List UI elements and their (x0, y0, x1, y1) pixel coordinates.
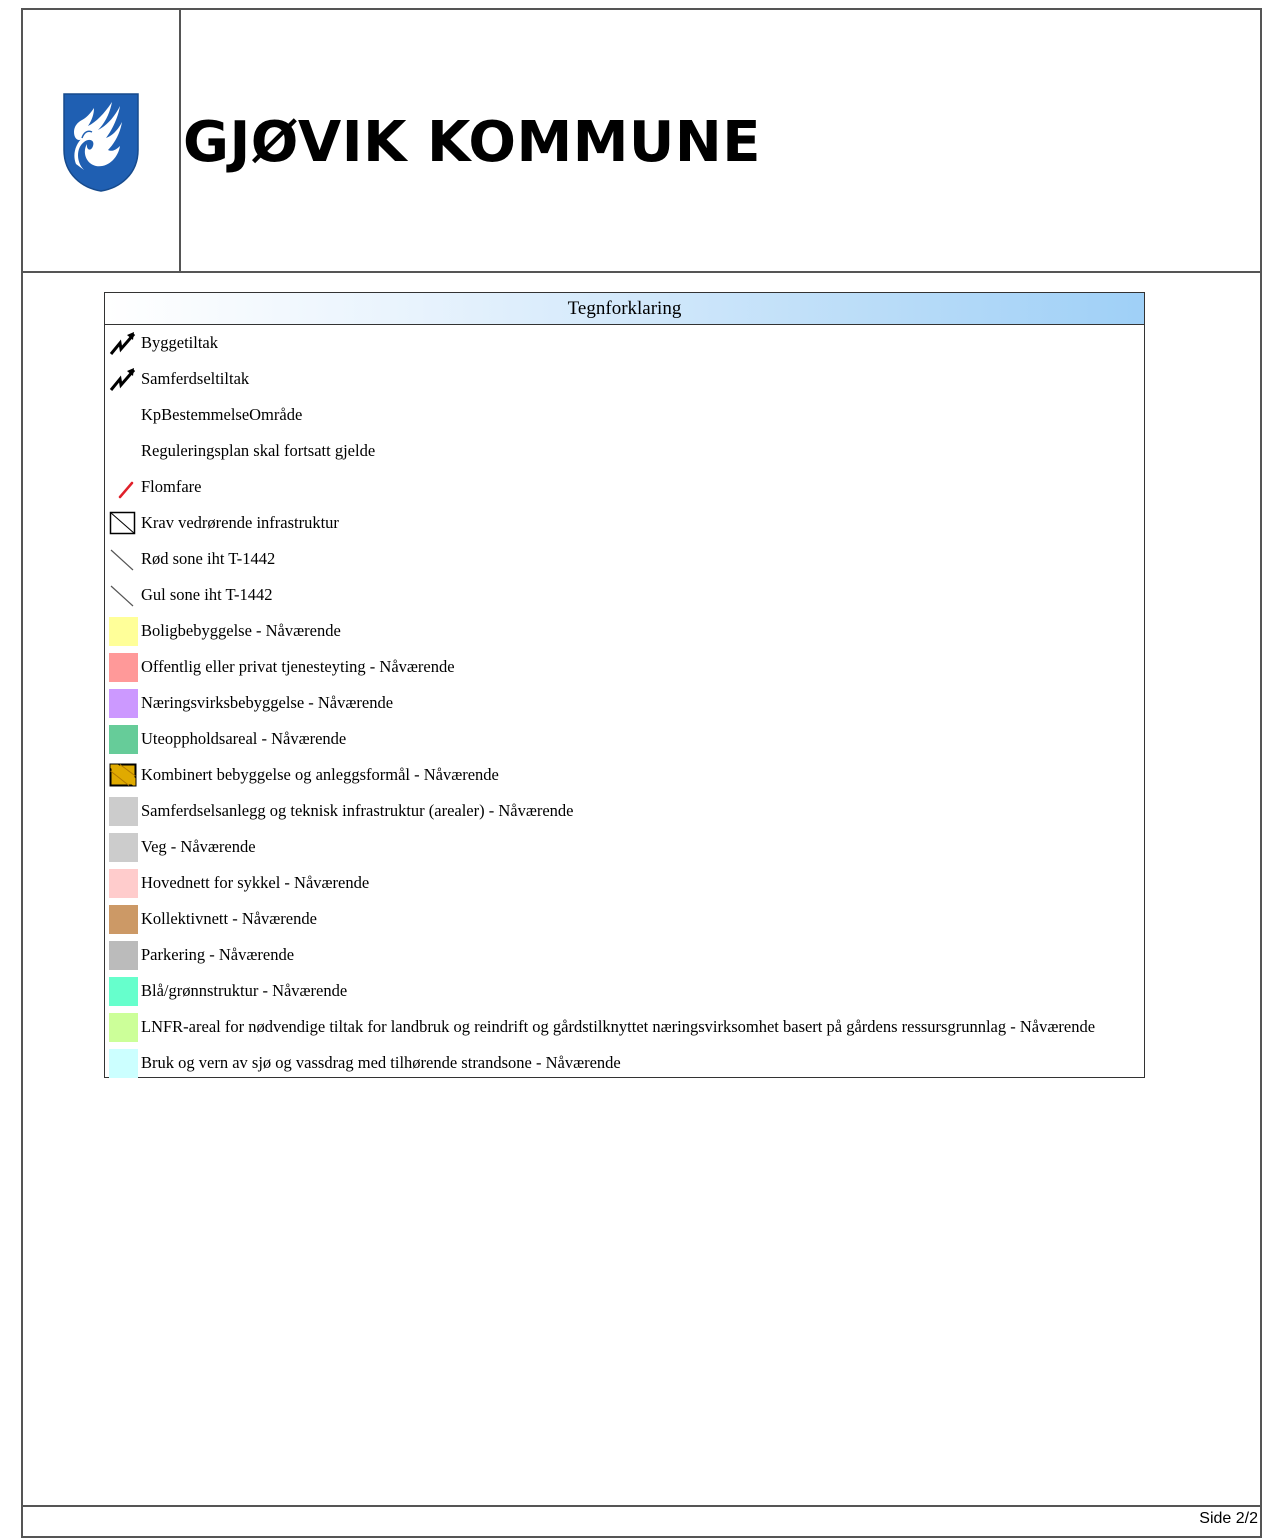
red-line-icon (118, 481, 134, 499)
color-swatch (109, 725, 138, 754)
legend-item-label: Boligbebyggelse - Nåværende (141, 621, 341, 640)
legend-box: Tegnforklaring Byggetiltak Samferdseltilt… (104, 292, 1145, 1078)
legend-item-label: Gul sone iht T-1442 (141, 585, 273, 604)
legend-item-label: Krav vedrørende infrastruktur (141, 513, 339, 532)
color-swatch (109, 905, 138, 934)
legend-item-label: Bruk og vern av sjø og vassdrag med tilh… (141, 1053, 621, 1072)
legend-item: Rød sone iht T-1442 (105, 541, 1144, 577)
legend-item-label: Byggetiltak (141, 333, 218, 352)
legend-item-label: Reguleringsplan skal fortsatt gjelde (141, 441, 376, 460)
legend-item-label: Kombinert bebyggelse og anleggsformål - … (141, 765, 499, 784)
legend-item: Blå/grønnstruktur - Nåværende (105, 973, 1144, 1009)
color-swatch (109, 617, 138, 646)
legend-item: KpBestemmelseOmråde (105, 397, 1144, 433)
legend-item-label: Parkering - Nåværende (141, 945, 295, 964)
legend-item-label: Hovednett for sykkel - Nåværende (141, 873, 370, 892)
legend-item: Byggetiltak (105, 325, 1144, 361)
legend-item-label: Offentlig eller privat tjenesteyting - N… (141, 657, 455, 676)
legend-item-label: Samferdselsanlegg og teknisk infrastrukt… (141, 801, 574, 820)
diagonal-line-icon (110, 585, 134, 607)
legend-item: Uteoppholdsareal - Nåværende (105, 721, 1144, 757)
zigzag-arrow-icon (109, 368, 136, 391)
legend-item: Veg - Nåværende (105, 829, 1144, 865)
legend-item: Krav vedrørende infrastruktur (105, 505, 1144, 541)
swan-coat-of-arms-icon (63, 93, 139, 192)
legend-rows: Byggetiltak Samferdseltiltak KpBestemmelse… (105, 325, 1144, 1081)
legend-item: Flomfare (105, 469, 1144, 505)
legend-item-label: Veg - Nåværende (141, 837, 256, 856)
color-swatch (109, 1013, 138, 1042)
color-swatch (109, 797, 138, 826)
color-swatch (109, 1049, 138, 1078)
page-number: Side 2/2 (1197, 1510, 1260, 1528)
color-swatch (109, 689, 138, 718)
legend-item: Samferdseltiltak (105, 361, 1144, 397)
zigzag-arrow-icon (109, 332, 136, 355)
legend-item-label: Uteoppholdsareal - Nåværende (141, 729, 347, 748)
footer-divider (21, 1505, 1262, 1507)
legend-item: Næringsvirksbebyggelse - Nåværende (105, 685, 1144, 721)
crossed-box-icon (109, 511, 136, 535)
legend-item-label: Samferdseltiltak (141, 369, 250, 388)
legend-item-label: Rød sone iht T-1442 (141, 549, 276, 568)
color-swatch (109, 833, 138, 862)
legend-item: Gul sone iht T-1442 (105, 577, 1144, 613)
color-swatch (109, 941, 138, 970)
legend-heading: Tegnforklaring (105, 293, 1144, 325)
legend-item: Reguleringsplan skal fortsatt gjelde (105, 433, 1144, 469)
legend-item-label: KpBestemmelseOmråde (141, 405, 303, 424)
legend-item: Kombinert bebyggelse og anleggsformål - … (105, 757, 1144, 793)
legend-item-label: Kollektivnett - Nåværende (141, 909, 317, 928)
legend-item: Bruk og vern av sjø og vassdrag med tilh… (105, 1045, 1144, 1081)
color-swatch (109, 869, 138, 898)
legend-item: LNFR-areal for nødvendige tiltak for lan… (105, 1009, 1144, 1045)
color-swatch (109, 653, 138, 682)
legend-item-label: Flomfare (141, 477, 202, 496)
legend-item: Kollektivnett - Nåværende (105, 901, 1144, 937)
color-swatch (109, 977, 138, 1006)
legend-item-label: Næringsvirksbebyggelse - Nåværende (141, 693, 394, 712)
diagonal-line-icon (110, 549, 134, 571)
legend-item: Parkering - Nåværende (105, 937, 1144, 973)
legend-item-label: LNFR-areal for nødvendige tiltak for lan… (141, 1017, 1096, 1036)
legend-item: Samferdselsanlegg og teknisk infrastrukt… (105, 793, 1144, 829)
legend-item: Hovednett for sykkel - Nåværende (105, 865, 1144, 901)
legend-item: Offentlig eller privat tjenesteyting - N… (105, 649, 1144, 685)
legend-item-label: Blå/grønnstruktur - Nåværende (141, 981, 348, 1000)
page-title: GJØVIK KOMMUNE (183, 110, 762, 175)
hatched-swatch (109, 763, 137, 787)
legend-item: Boligbebyggelse - Nåværende (105, 613, 1144, 649)
